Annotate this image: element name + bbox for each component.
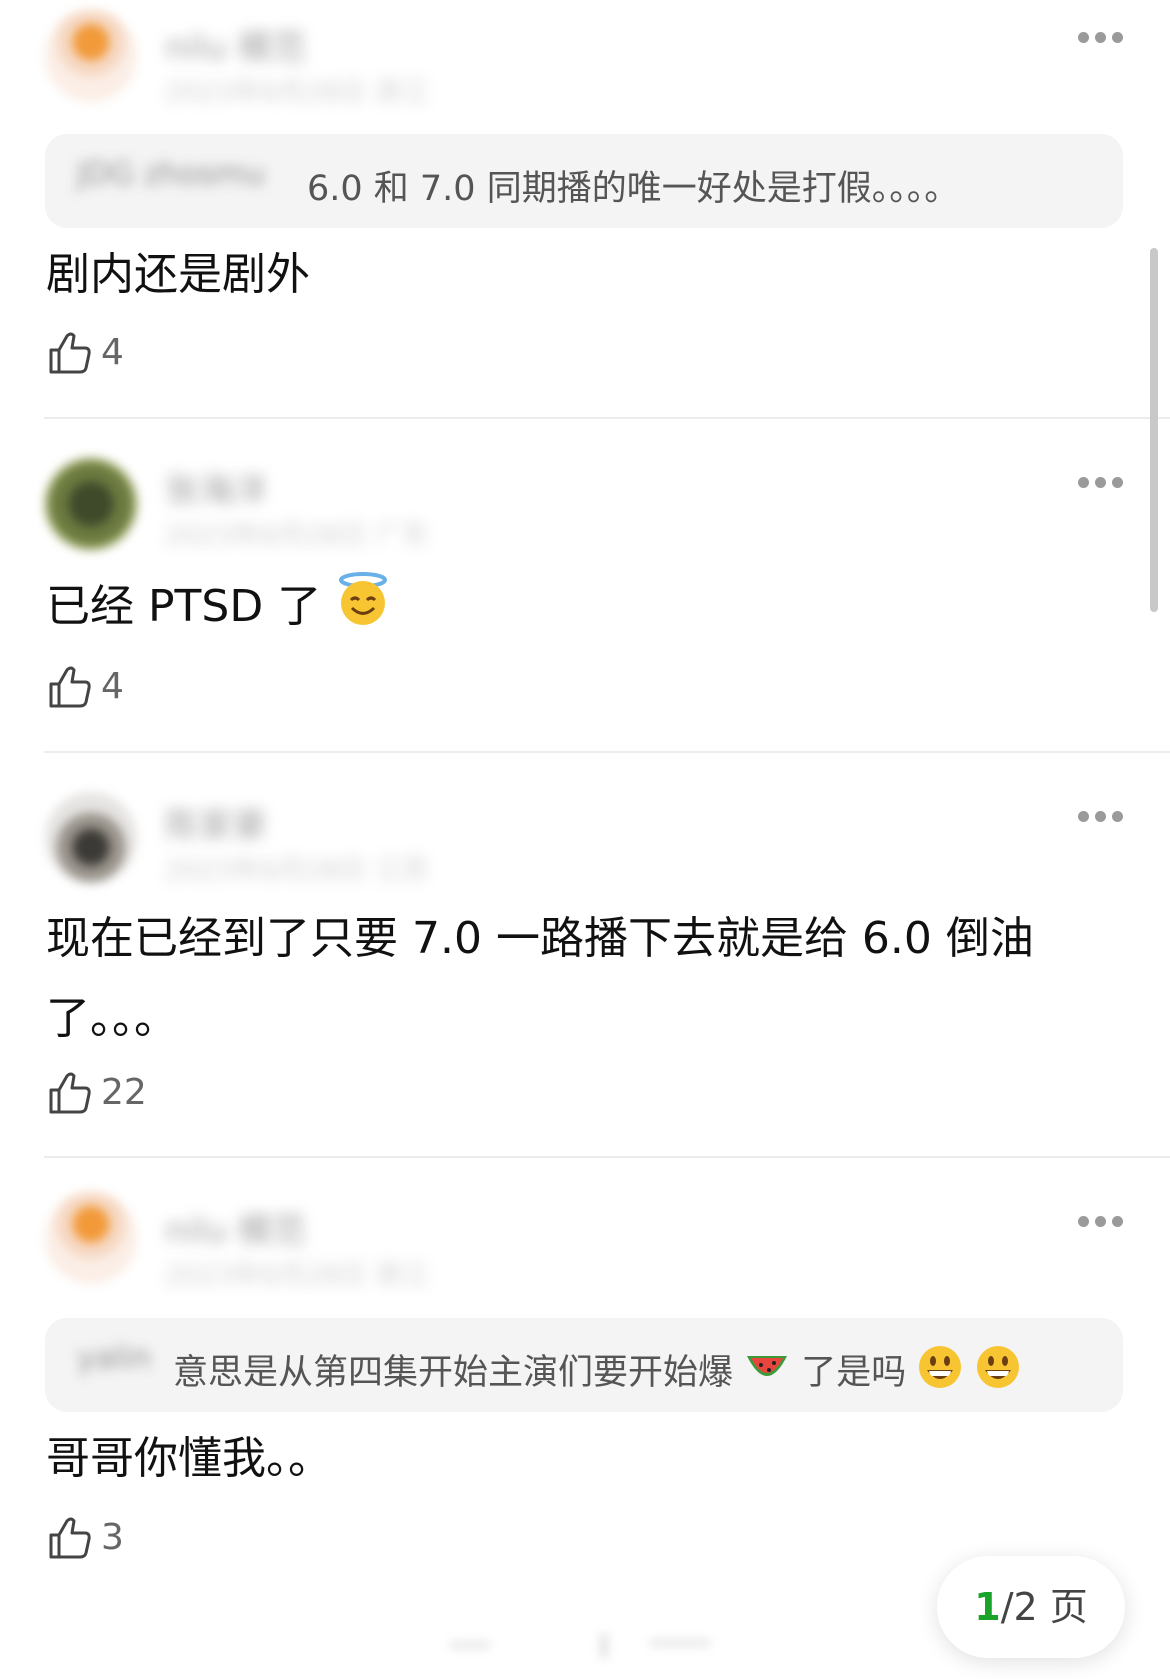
- quoted-username: JDG zhosmu: [77, 156, 265, 192]
- more-options-icon[interactable]: [1078, 32, 1124, 44]
- like-count: 3: [101, 1517, 124, 1558]
- divider: [44, 751, 1170, 753]
- avatar[interactable]: [45, 458, 137, 550]
- like-count: 22: [101, 1072, 147, 1113]
- page-total: /2 页: [1000, 1585, 1088, 1629]
- divider: [44, 417, 1170, 419]
- quoted-username: yalin: [77, 1340, 152, 1376]
- username[interactable]: 张海洋: [165, 463, 267, 512]
- comment-text-line-1: 现在已经到了只要 7.0 一路播下去就是给 6.0 倒油: [46, 913, 1034, 964]
- quoted-reply[interactable]: JDG zhosmu 6.0 和 7.0 同期播的唯一好处是打假。。。。: [45, 134, 1123, 228]
- comment-meta: 2023年6月28日 江苏: [165, 855, 429, 886]
- thumbs-up-icon: [49, 332, 91, 374]
- more-options-icon[interactable]: [1078, 477, 1124, 489]
- scrollbar[interactable]: [1150, 248, 1158, 612]
- quoted-text: 6.0 和 7.0 同期播的唯一好处是打假。。。。: [307, 169, 960, 209]
- grinning-face-icon: [975, 1344, 1021, 1399]
- page-indicator[interactable]: 1/2 页: [937, 1556, 1125, 1658]
- comment-meta: 2023年6月28日 广东: [165, 520, 429, 551]
- like-count: 4: [101, 332, 124, 373]
- quoted-reply[interactable]: yalin 意思是从第四集开始主演们要开始爆 了是吗: [45, 1318, 1123, 1412]
- thumbs-up-icon: [49, 1072, 91, 1114]
- thumbs-up-icon: [49, 666, 91, 708]
- current-page: 1: [974, 1585, 1001, 1629]
- comment-text: 哥哥你懂我。。: [46, 1433, 332, 1484]
- grinning-face-icon: [917, 1344, 963, 1399]
- watermelon-icon: [744, 1350, 790, 1399]
- comment-text-line-2: 了。。。: [46, 993, 178, 1044]
- comment-meta: 2023年6月28日 浙江: [165, 77, 429, 108]
- quoted-text-end: 了是吗: [801, 1353, 907, 1393]
- avatar[interactable]: [45, 1192, 137, 1284]
- comment-text: 剧内还是剧外: [46, 249, 310, 300]
- username[interactable]: nilu 模范: [165, 1203, 306, 1252]
- thumbs-up-icon: [49, 1517, 91, 1559]
- username[interactable]: nilu 模范: [165, 20, 306, 69]
- quoted-text-start: 意思是从第四集开始主演们要开始爆: [173, 1353, 734, 1393]
- divider: [44, 1156, 1170, 1158]
- smiling-face-with-halo-icon: [335, 571, 391, 654]
- username[interactable]: 陈家豪: [165, 798, 267, 847]
- avatar[interactable]: [45, 10, 137, 102]
- faded-bottom-content: [450, 1624, 720, 1664]
- avatar[interactable]: [45, 792, 137, 884]
- quoted-text: 意思是从第四集开始主演们要开始爆 了是吗: [173, 1344, 1021, 1399]
- comment-text: 已经 PTSD 了: [46, 566, 391, 654]
- comment-meta: 2023年6月28日 浙江: [165, 1260, 429, 1291]
- comment-text-content: 已经 PTSD 了: [46, 581, 322, 632]
- like-count: 4: [101, 666, 124, 707]
- more-options-icon[interactable]: [1078, 811, 1124, 823]
- more-options-icon[interactable]: [1078, 1216, 1124, 1228]
